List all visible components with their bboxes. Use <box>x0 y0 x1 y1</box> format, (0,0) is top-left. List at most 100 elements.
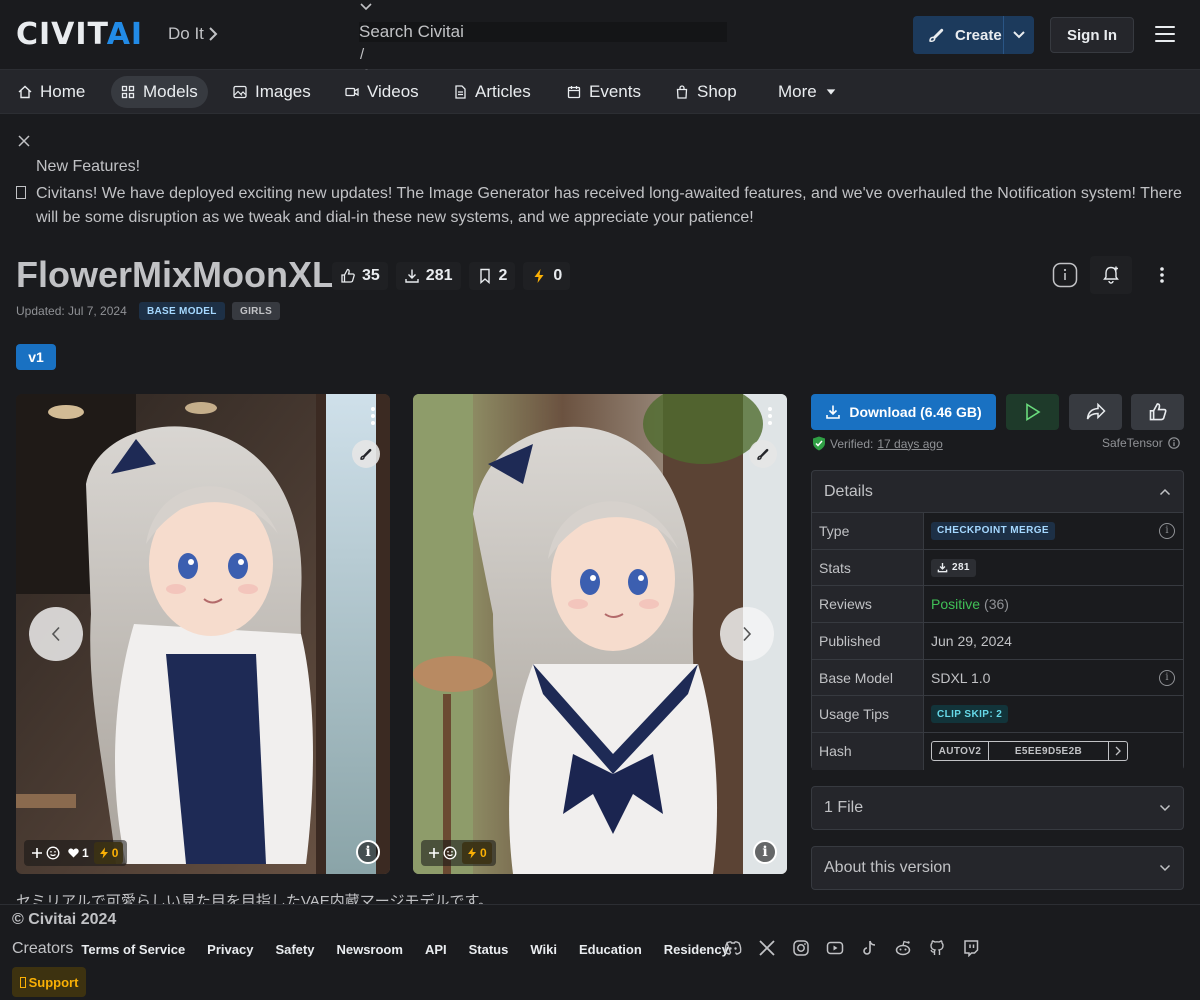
footer-link-newsroom[interactable]: Newsroom <box>336 942 402 957</box>
detail-row-stats: Stats 281 <box>812 549 1183 587</box>
plus-icon <box>429 848 439 858</box>
downloads-badge: 281 <box>931 558 976 577</box>
civitai-logo[interactable]: CIVITAI <box>16 17 143 52</box>
run-button[interactable] <box>1006 394 1059 430</box>
twitch-icon[interactable] <box>962 939 980 957</box>
hash-selector[interactable]: AUTOV2 E5EE9D5E2B <box>931 741 1128 762</box>
more-options-button[interactable] <box>1147 260 1177 290</box>
image-icon <box>233 85 247 99</box>
add-reaction-button[interactable] <box>425 842 460 864</box>
details-panel: Details Type CHECKPOINT MERGE i Stats 28… <box>811 470 1184 770</box>
x-twitter-icon[interactable] <box>758 939 776 957</box>
search-shortcut-hint: / <box>360 46 365 63</box>
chevron-down-icon[interactable] <box>359 2 373 12</box>
files-accordion[interactable]: 1 File <box>811 786 1184 830</box>
carousel-prev-button[interactable] <box>29 607 83 661</box>
nav-item-events[interactable]: Events <box>557 76 651 108</box>
likes-stat[interactable]: 35 <box>332 262 388 290</box>
add-reaction-button[interactable] <box>28 842 63 864</box>
caret-down-icon <box>826 89 836 95</box>
chevron-down-icon <box>1159 864 1171 872</box>
footer-link-api[interactable]: API <box>425 942 447 957</box>
heart-reaction[interactable]: 1 <box>65 842 92 864</box>
buzz-tip-button[interactable]: 0 <box>93 842 124 864</box>
nav-item-models[interactable]: Models <box>111 76 208 108</box>
hash-value[interactable]: E5EE9D5E2B <box>989 742 1109 761</box>
type-badge: CHECKPOINT MERGE <box>931 521 1055 540</box>
footer-links: Creators Terms of Service Privacy Safety… <box>12 940 751 958</box>
youtube-icon[interactable] <box>826 939 844 957</box>
footer-link-creators[interactable]: Creators <box>12 940 73 958</box>
detail-row-hash: Hash AUTOV2 E5EE9D5E2B <box>812 733 1183 770</box>
download-button[interactable]: Download (6.46 GB) <box>811 394 996 430</box>
tag-girls[interactable]: GIRLS <box>232 302 281 320</box>
footer-link-education[interactable]: Education <box>579 942 642 957</box>
bookmarks-stat[interactable]: 2 <box>468 262 516 290</box>
info-icon[interactable]: i <box>1159 522 1175 539</box>
smiley-icon <box>46 846 60 860</box>
updated-date: Updated: Jul 7, 2024 <box>16 304 127 318</box>
clip-skip-badge: CLIP SKIP: 2 <box>931 705 1009 724</box>
version-tab-v1[interactable]: v1 <box>16 344 56 370</box>
create-button[interactable]: Create <box>913 16 1034 54</box>
github-icon[interactable] <box>928 939 946 957</box>
reviews-link[interactable]: Positive (36) <box>924 586 1183 622</box>
notify-button[interactable] <box>1090 256 1132 294</box>
buzz-tip-button[interactable]: 0 <box>462 842 492 864</box>
share-button[interactable] <box>1069 394 1122 430</box>
nav-item-images[interactable]: Images <box>223 76 321 108</box>
chevron-left-icon <box>51 626 60 642</box>
remix-button[interactable] <box>352 440 380 468</box>
image-info-button[interactable]: i <box>356 840 380 864</box>
footer-link-safety[interactable]: Safety <box>275 942 314 957</box>
like-button[interactable] <box>1131 394 1184 430</box>
instagram-icon[interactable] <box>792 939 810 957</box>
detail-row-type: Type CHECKPOINT MERGE i <box>812 513 1183 550</box>
menu-hamburger-icon[interactable] <box>1155 26 1175 42</box>
chevron-right-icon <box>1115 747 1121 756</box>
nav-item-shop[interactable]: Shop <box>665 76 747 108</box>
nav-item-home[interactable]: Home <box>8 76 95 108</box>
close-icon[interactable] <box>18 135 30 147</box>
main-nav: Home Models Images Videos Articles Event… <box>0 70 1200 114</box>
support-button[interactable]: Support <box>12 967 86 997</box>
model-info-button[interactable] <box>1050 260 1080 290</box>
details-header[interactable]: Details <box>812 471 1183 513</box>
model-description: セミリアルで可愛らしい見た目を目指したVAE内蔵マージモデルです。 <box>16 893 493 904</box>
about-version-accordion[interactable]: About this version <box>811 846 1184 890</box>
nav-item-more[interactable]: More <box>768 76 847 108</box>
thumbs-up-icon <box>341 268 355 283</box>
verified-time-link[interactable]: 17 days ago <box>877 437 942 451</box>
footer-link-privacy[interactable]: Privacy <box>207 942 253 957</box>
download-icon <box>826 405 841 419</box>
search-input[interactable] <box>359 22 727 42</box>
info-icon[interactable] <box>1167 437 1180 449</box>
bolt-icon <box>99 847 108 859</box>
nav-item-articles[interactable]: Articles <box>443 76 541 108</box>
nav-item-videos[interactable]: Videos <box>335 76 429 108</box>
dots-vertical-icon[interactable] <box>370 406 376 426</box>
dots-vertical-icon[interactable] <box>767 406 773 426</box>
footer-link-residency[interactable]: Residency <box>664 942 729 957</box>
footer-link-status[interactable]: Status <box>469 942 509 957</box>
create-menu-toggle[interactable] <box>1004 30 1034 40</box>
carousel-next-button[interactable] <box>720 607 774 661</box>
buzz-stat[interactable]: 0 <box>523 262 571 290</box>
info-icon[interactable]: i <box>1159 669 1175 686</box>
footer-link-wiki[interactable]: Wiki <box>530 942 557 957</box>
remix-button[interactable] <box>749 440 777 468</box>
reddit-icon[interactable] <box>894 939 912 957</box>
dots-vertical-icon <box>1160 267 1164 283</box>
tiktok-icon[interactable] <box>860 939 878 957</box>
image-info-button[interactable]: i <box>753 840 777 864</box>
footer-link-terms[interactable]: Terms of Service <box>81 942 185 957</box>
support-icon <box>19 976 26 988</box>
tagline-link[interactable]: Do It <box>168 24 218 44</box>
article-icon <box>455 85 466 99</box>
detail-row-usage-tips: Usage Tips CLIP SKIP: 2 <box>812 696 1183 734</box>
sign-in-button[interactable]: Sign In <box>1050 17 1134 53</box>
plus-icon <box>32 848 42 858</box>
model-stats: 35 281 2 0 <box>332 262 571 290</box>
tag-base-model[interactable]: BASE MODEL <box>139 302 225 320</box>
discord-icon[interactable] <box>724 939 742 957</box>
